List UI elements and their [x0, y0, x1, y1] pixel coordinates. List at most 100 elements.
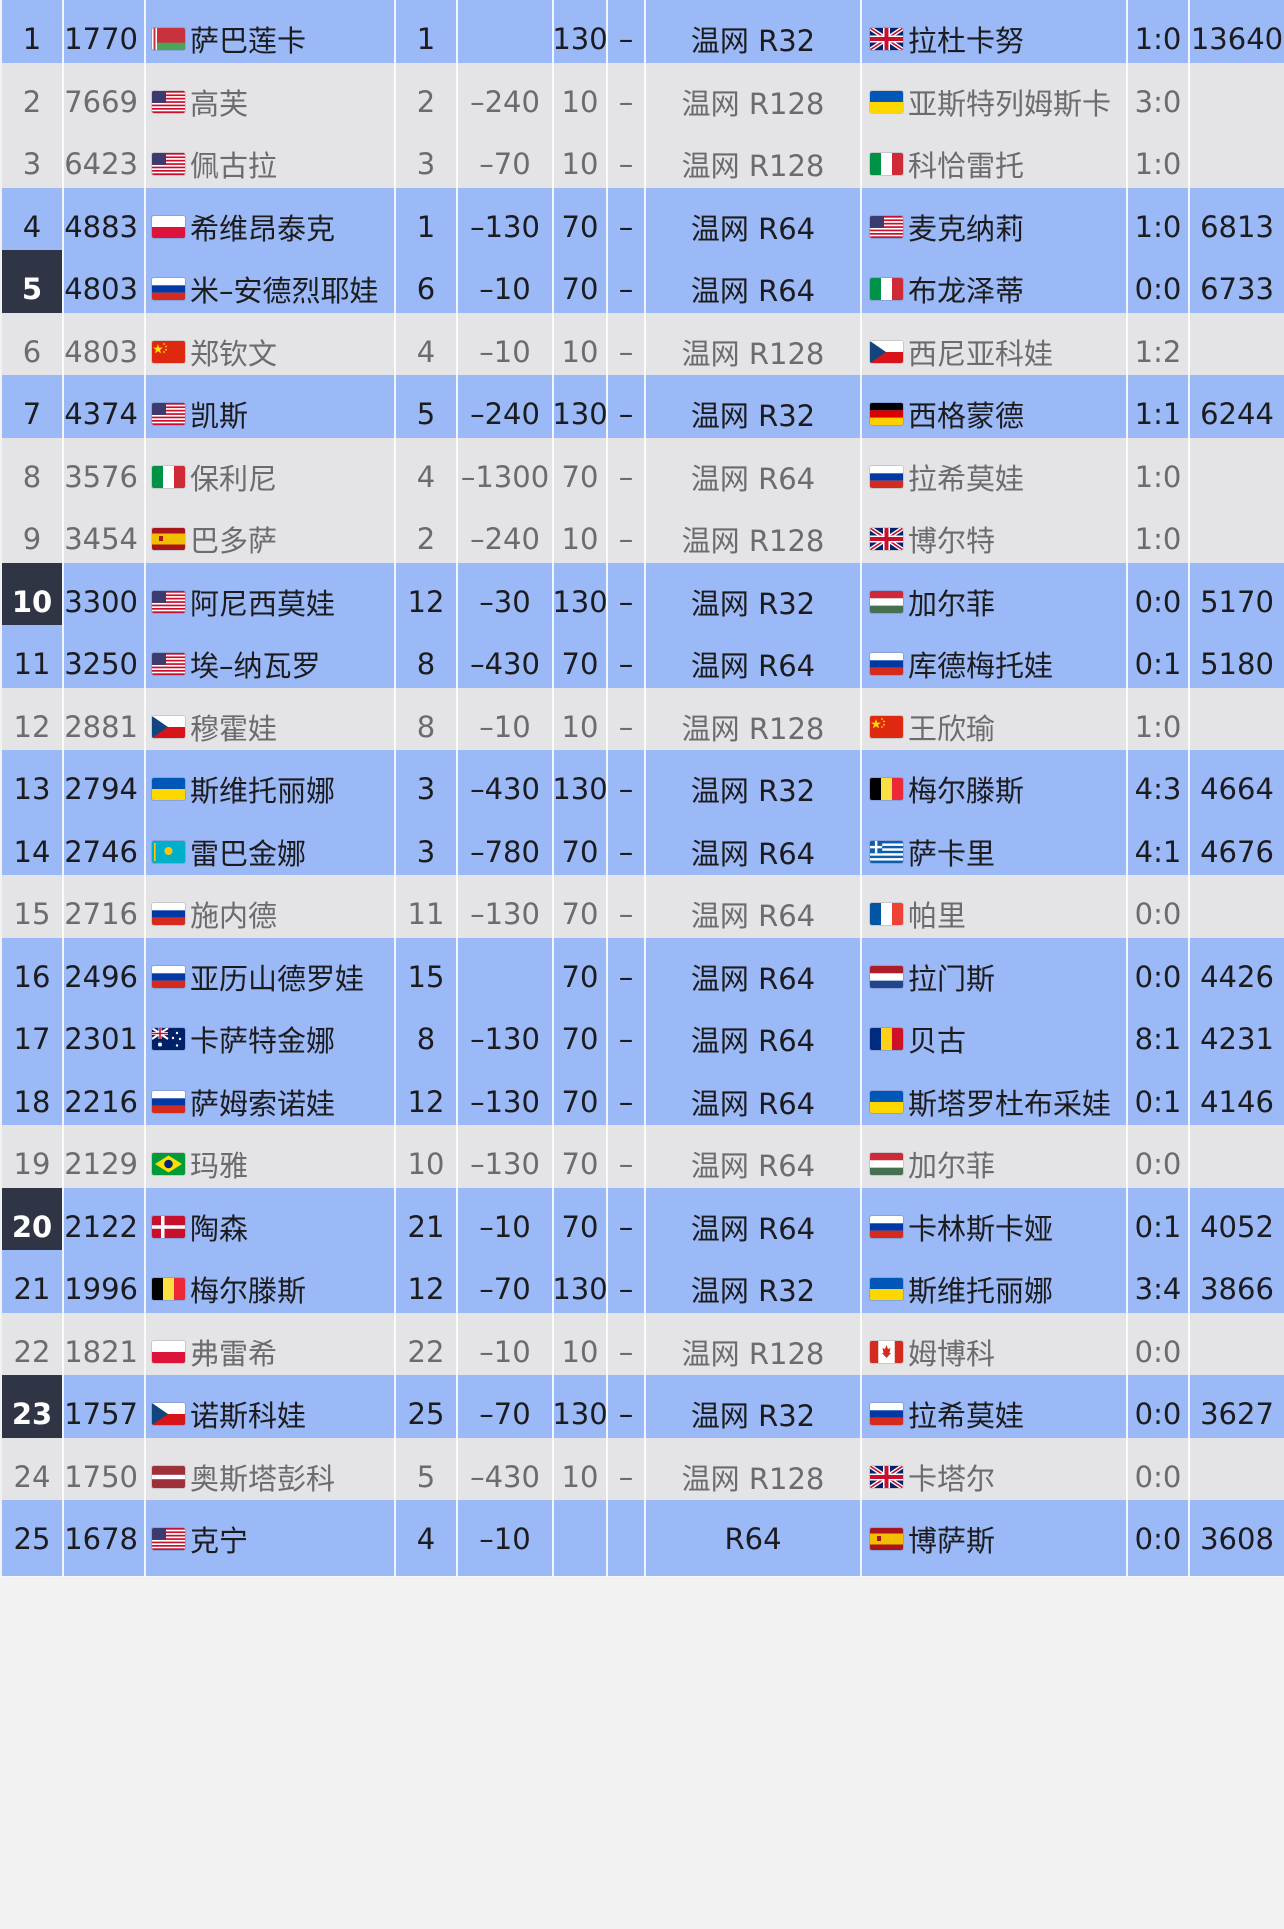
opponent-cell: 博萨斯 [862, 1500, 1128, 1577]
head-to-head-cell: 0:0 [1128, 1500, 1190, 1577]
opponent-name: 卡塔尔 [908, 1461, 996, 1496]
uk-flag-icon [870, 27, 903, 50]
current-points-cell [554, 1500, 608, 1577]
player-name: 诺斯科娃 [190, 1398, 307, 1433]
opponent-name: 加尔菲 [908, 586, 996, 621]
usa-flag-icon [870, 215, 903, 238]
opponent-name: 拉希莫娃 [908, 1398, 1025, 1433]
player-name: 穆霍娃 [190, 711, 278, 746]
greece-flag-icon [870, 840, 903, 863]
ukraine-flag-icon [870, 90, 903, 113]
germany-flag-icon [870, 402, 903, 425]
player-name: 梅尔滕斯 [190, 1273, 307, 1308]
poland-flag-icon [152, 1340, 185, 1363]
italy-flag-icon [870, 152, 903, 175]
czech-flag-icon [870, 340, 903, 363]
player-name: 萨姆索诺娃 [190, 1086, 336, 1121]
netherlands-flag-icon [870, 965, 903, 988]
opponent-name: 亚斯特列姆斯卡 [908, 86, 1112, 121]
ukraine-flag-icon [870, 1277, 903, 1300]
opponent-name: 贝古 [908, 1023, 967, 1058]
belarus-flag-icon [152, 27, 185, 50]
opponent-name: 西尼亚科娃 [908, 336, 1054, 371]
ukraine-flag-icon [870, 1090, 903, 1113]
player-name: 萨巴莲卡 [190, 23, 307, 58]
australia-flag-icon [152, 1027, 185, 1050]
opponent-name: 斯维托丽娜 [908, 1273, 1054, 1308]
player-name: 希维昂泰克 [190, 211, 336, 246]
player-name: 弗雷希 [190, 1336, 278, 1371]
player-name: 米–安德烈耶娃 [190, 273, 379, 308]
belgium-flag-icon [870, 777, 903, 800]
opponent-name: 布龙泽蒂 [908, 273, 1025, 308]
romania-flag-icon [870, 1027, 903, 1050]
player-name: 亚历山德罗娃 [190, 961, 365, 996]
russia-flag-icon [152, 277, 185, 300]
spain-flag-icon [152, 527, 185, 550]
czech-flag-icon [152, 1402, 185, 1425]
opponent-name: 博萨斯 [908, 1523, 996, 1558]
brazil-flag-icon [152, 1152, 185, 1175]
player-name: 巴多萨 [190, 523, 278, 558]
opponent-name: 博尔特 [908, 523, 996, 558]
player-cell: 克宁 [146, 1500, 396, 1577]
player-name: 阿尼西莫娃 [190, 586, 336, 621]
round-cell: R64 [646, 1500, 862, 1577]
player-name: 雷巴金娜 [190, 836, 307, 871]
usa-flag-icon [152, 152, 185, 175]
russia-flag-icon [152, 902, 185, 925]
opponent-name: 麦克纳莉 [908, 211, 1025, 246]
points-cell: 1678 [64, 1500, 146, 1577]
opponent-name: 王欣瑜 [908, 711, 996, 746]
player-name: 奥斯塔彭科 [190, 1461, 336, 1496]
opponent-name: 西格蒙德 [908, 398, 1025, 433]
france-flag-icon [870, 902, 903, 925]
russia-flag-icon [870, 1402, 903, 1425]
player-name: 高芙 [190, 86, 249, 121]
points-drop-cell: –10 [458, 1500, 554, 1577]
player-name: 卡萨特金娜 [190, 1023, 336, 1058]
opponent-name: 拉门斯 [908, 961, 996, 996]
hungary-flag-icon [870, 590, 903, 613]
opponent-name: 加尔菲 [908, 1148, 996, 1183]
russia-flag-icon [152, 965, 185, 988]
usa-flag-icon [152, 402, 185, 425]
player-name: 玛雅 [190, 1148, 249, 1183]
player-name: 凯斯 [190, 398, 249, 433]
opponent-name: 拉杜卡努 [908, 23, 1025, 58]
player-name: 埃–纳瓦罗 [190, 648, 321, 683]
player-name: 保利尼 [190, 461, 278, 496]
uk-flag-icon [870, 527, 903, 550]
ukraine-flag-icon [152, 777, 185, 800]
uk-flag-icon [870, 1465, 903, 1488]
player-name: 斯维托丽娜 [190, 773, 336, 808]
poland-flag-icon [152, 215, 185, 238]
belgium-flag-icon [152, 1277, 185, 1300]
china-flag-icon [870, 715, 903, 738]
separator-cell [608, 1500, 646, 1577]
italy-flag-icon [870, 277, 903, 300]
italy-flag-icon [152, 465, 185, 488]
russia-flag-icon [870, 652, 903, 675]
opponent-name: 梅尔滕斯 [908, 773, 1025, 808]
latvia-flag-icon [152, 1465, 185, 1488]
player-name: 佩古拉 [190, 148, 278, 183]
russia-flag-icon [870, 1215, 903, 1238]
spain-flag-icon [870, 1527, 903, 1550]
czech-flag-icon [152, 715, 185, 738]
table-row: 25 1678 克宁 4 –10 R64 博萨斯 0:0 3608 [2, 1500, 1284, 1577]
opponent-name: 库德梅托娃 [908, 648, 1054, 683]
player-name: 陶森 [190, 1211, 249, 1246]
denmark-flag-icon [152, 1215, 185, 1238]
rank-number: 25 [13, 1521, 51, 1556]
usa-flag-icon [152, 652, 185, 675]
opponent-name: 帕里 [908, 898, 967, 933]
opponent-name: 拉希莫娃 [908, 461, 1025, 496]
hungary-flag-icon [870, 1152, 903, 1175]
opponent-name: 卡林斯卡娅 [908, 1211, 1054, 1246]
usa-flag-icon [152, 1527, 185, 1550]
rank-cell: 25 [2, 1500, 64, 1577]
player-name: 克宁 [190, 1523, 249, 1558]
canada-flag-icon [870, 1340, 903, 1363]
kazakhstan-flag-icon [152, 840, 185, 863]
